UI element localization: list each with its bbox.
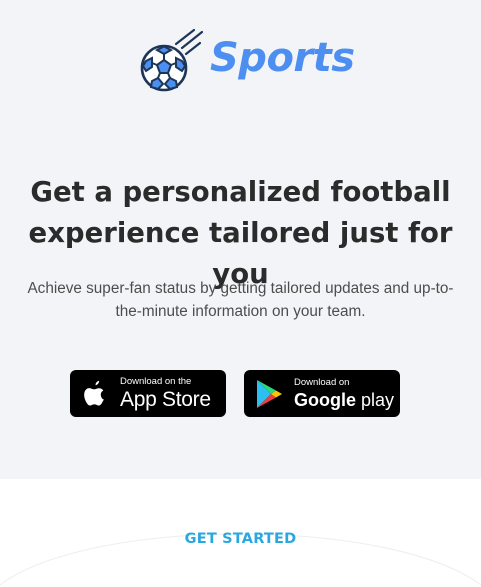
get-started-button[interactable]: GET STARTED — [0, 531, 481, 547]
soccer-ball-icon — [140, 28, 204, 92]
google-play-label: Google play — [294, 391, 394, 409]
app-store-small-label: Download on the — [120, 376, 192, 387]
hero-subtext: Achieve super-fan status by getting tail… — [27, 280, 454, 320]
google-play-button[interactable]: Download on Google play — [244, 370, 400, 417]
google-play-small-label: Download on — [294, 377, 350, 388]
google-word: Google — [294, 390, 356, 410]
app-store-label: App Store — [120, 388, 211, 411]
google-play-icon — [257, 380, 282, 408]
brand-logo[interactable]: Sports — [138, 26, 355, 102]
apple-icon — [84, 380, 105, 406]
play-word: play — [356, 390, 395, 410]
app-store-button[interactable]: Download on the App Store — [70, 370, 226, 417]
brand-name: Sports — [210, 35, 355, 81]
hero-section: Sports Get a personalized football exper… — [0, 0, 481, 479]
